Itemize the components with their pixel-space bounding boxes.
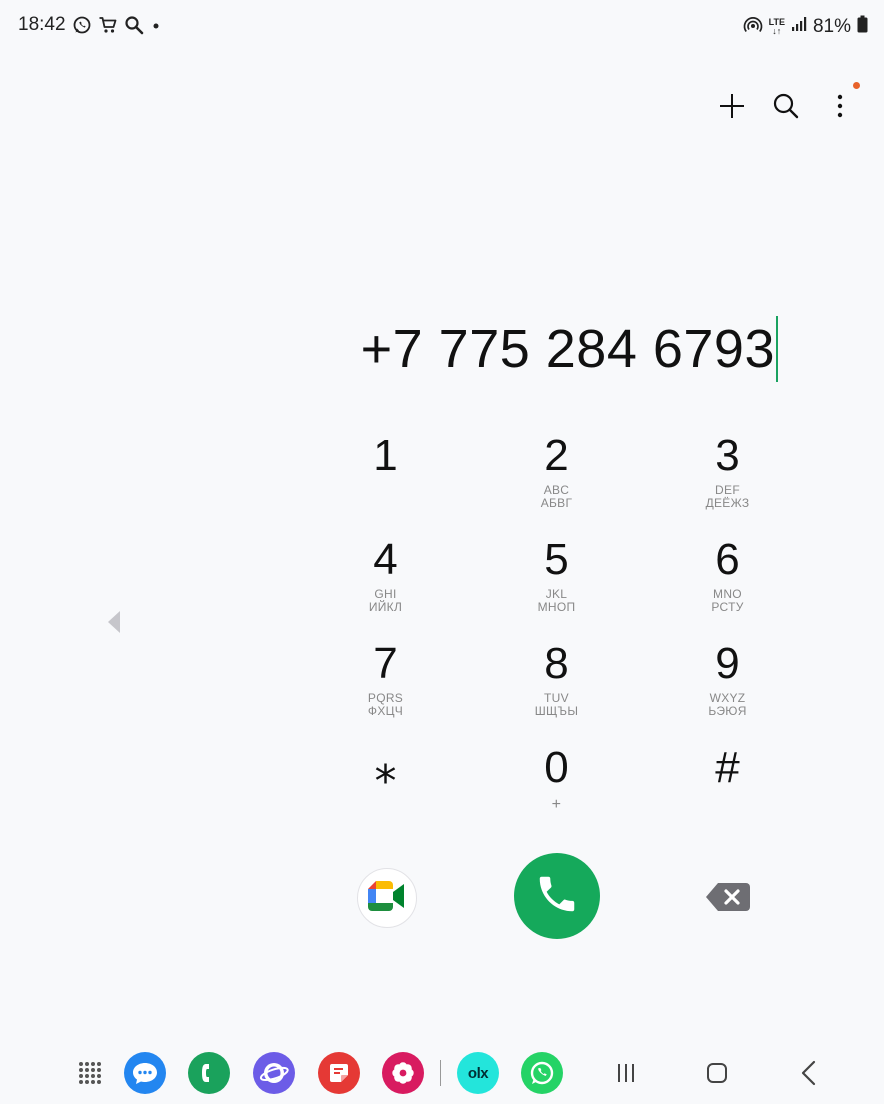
recents-icon[interactable] (611, 1058, 641, 1088)
whatsapp-icon[interactable] (521, 1052, 563, 1094)
olx-icon[interactable]: olx (457, 1052, 499, 1094)
key-4[interactable]: 4 GHI ИЙКЛ (300, 532, 471, 636)
messages-icon[interactable] (124, 1052, 166, 1094)
phone-app-icon[interactable] (188, 1052, 230, 1094)
key-letters-cyrillic: ИЙКЛ (368, 599, 403, 614)
home-icon[interactable] (702, 1058, 732, 1088)
battery-level: 81% (812, 16, 851, 37)
key-digit: 1 (373, 431, 398, 480)
keypad-row: ⁎ 0 + # (300, 740, 814, 844)
google-meet-icon (368, 880, 406, 916)
keypad-row: 1 2 ABC АБВГ 3 DEF ДЕЁЖЗ (300, 428, 814, 532)
key-letters-cyrillic: ДЕЁЖЗ (705, 495, 750, 510)
key-letters-latin: TUV (544, 691, 569, 705)
key-7[interactable]: 7 PQRS ФХЦЧ (300, 636, 471, 740)
key-2[interactable]: 2 ABC АБВГ (471, 428, 642, 532)
call-button[interactable] (514, 853, 600, 939)
network-type: LTE ↓↑ (768, 17, 785, 36)
key-letters-latin: MNO (713, 587, 742, 601)
more-options-icon[interactable] (824, 82, 860, 126)
app-drawer-icon[interactable] (69, 1052, 111, 1094)
phone-number-text: +7 775 284 6793 (360, 319, 775, 379)
key-digit: 3 (715, 431, 740, 480)
key-hash[interactable]: # (642, 740, 813, 844)
keypad-row: 7 PQRS ФХЦЧ 8 TUV ШЩЪЫ 9 WXYZ ЬЭЮЯ (300, 636, 814, 740)
notes-icon[interactable] (318, 1052, 360, 1094)
key-digit: 6 (715, 535, 740, 584)
video-call-button[interactable] (357, 868, 417, 928)
key-letters-latin: DEF (715, 483, 740, 497)
key-0[interactable]: 0 + (471, 740, 642, 844)
phone-icon (534, 871, 580, 922)
top-actions (716, 82, 860, 126)
search-icon[interactable] (770, 86, 802, 126)
gallery-icon[interactable] (382, 1052, 424, 1094)
key-digit: 9 (715, 639, 740, 688)
key-letters-latin: PQRS (367, 691, 404, 705)
key-9[interactable]: 9 WXYZ ЬЭЮЯ (642, 636, 813, 740)
key-digit: 2 (544, 431, 569, 480)
key-letters-latin: + (551, 796, 562, 813)
signal-icon (791, 16, 807, 38)
backspace-icon (704, 883, 752, 918)
key-letters-latin: ABC (543, 483, 570, 497)
status-bar-right: LTE ↓↑ 81% (743, 14, 868, 40)
dock-divider (440, 1060, 441, 1086)
key-digit: 8 (544, 639, 569, 688)
key-letters-cyrillic: ФХЦЧ (367, 703, 404, 718)
text-cursor (776, 316, 778, 382)
key-letters-cyrillic: МНОП (537, 599, 576, 614)
key-letters-cyrillic: ШЩЪЫ (534, 703, 579, 718)
add-contact-icon[interactable] (716, 86, 748, 126)
dial-keypad: 1 2 ABC АБВГ 3 DEF ДЕЁЖЗ 4 GHI ИЙКЛ 5 JK… (300, 428, 814, 844)
key-5[interactable]: 5 JKL МНОП (471, 532, 642, 636)
status-bar: 18:42 LTE ↓↑ 81% (0, 0, 884, 52)
cart-icon (98, 15, 118, 35)
chevron-left-icon (104, 611, 122, 639)
key-digit: 0 (544, 743, 569, 792)
keypad-row: 4 GHI ИЙКЛ 5 JKL МНОП 6 MNO РСТУ (300, 532, 814, 636)
key-1[interactable]: 1 (300, 428, 471, 532)
battery-icon (857, 15, 868, 39)
back-icon[interactable] (794, 1058, 824, 1088)
notification-dot (853, 82, 860, 89)
whatsapp-icon (72, 15, 92, 35)
key-letters-cyrillic: РСТУ (711, 599, 744, 614)
status-bar-left: 18:42 (18, 14, 162, 36)
key-letters-latin: GHI (374, 587, 397, 601)
internet-icon[interactable] (253, 1052, 295, 1094)
search-icon (124, 15, 144, 35)
bottom-dock: olx (0, 1040, 884, 1104)
key-letters-latin: WXYZ (709, 691, 746, 705)
dot-icon (150, 15, 162, 35)
key-digit: 7 (373, 639, 398, 688)
backspace-button[interactable] (704, 880, 752, 914)
key-8[interactable]: 8 TUV ШЩЪЫ (471, 636, 642, 740)
key-3[interactable]: 3 DEF ДЕЁЖЗ (642, 428, 813, 532)
phone-number-field[interactable]: +7 775 284 6793 (300, 316, 778, 382)
hotspot-icon (743, 14, 763, 40)
status-time: 18:42 (18, 14, 66, 35)
key-digit: 4 (373, 535, 398, 584)
olx-logo-text: olx (467, 1064, 489, 1082)
key-letters-cyrillic: АБВГ (540, 495, 573, 510)
key-letters-latin: JKL (545, 587, 568, 601)
key-digit: ⁎ (374, 743, 397, 792)
key-6[interactable]: 6 MNO РСТУ (642, 532, 813, 636)
key-digit: # (715, 743, 740, 792)
side-panel-arrow[interactable] (104, 609, 122, 640)
key-star[interactable]: ⁎ (300, 740, 471, 844)
key-digit: 5 (544, 535, 569, 584)
key-letters-cyrillic: ЬЭЮЯ (708, 703, 747, 718)
